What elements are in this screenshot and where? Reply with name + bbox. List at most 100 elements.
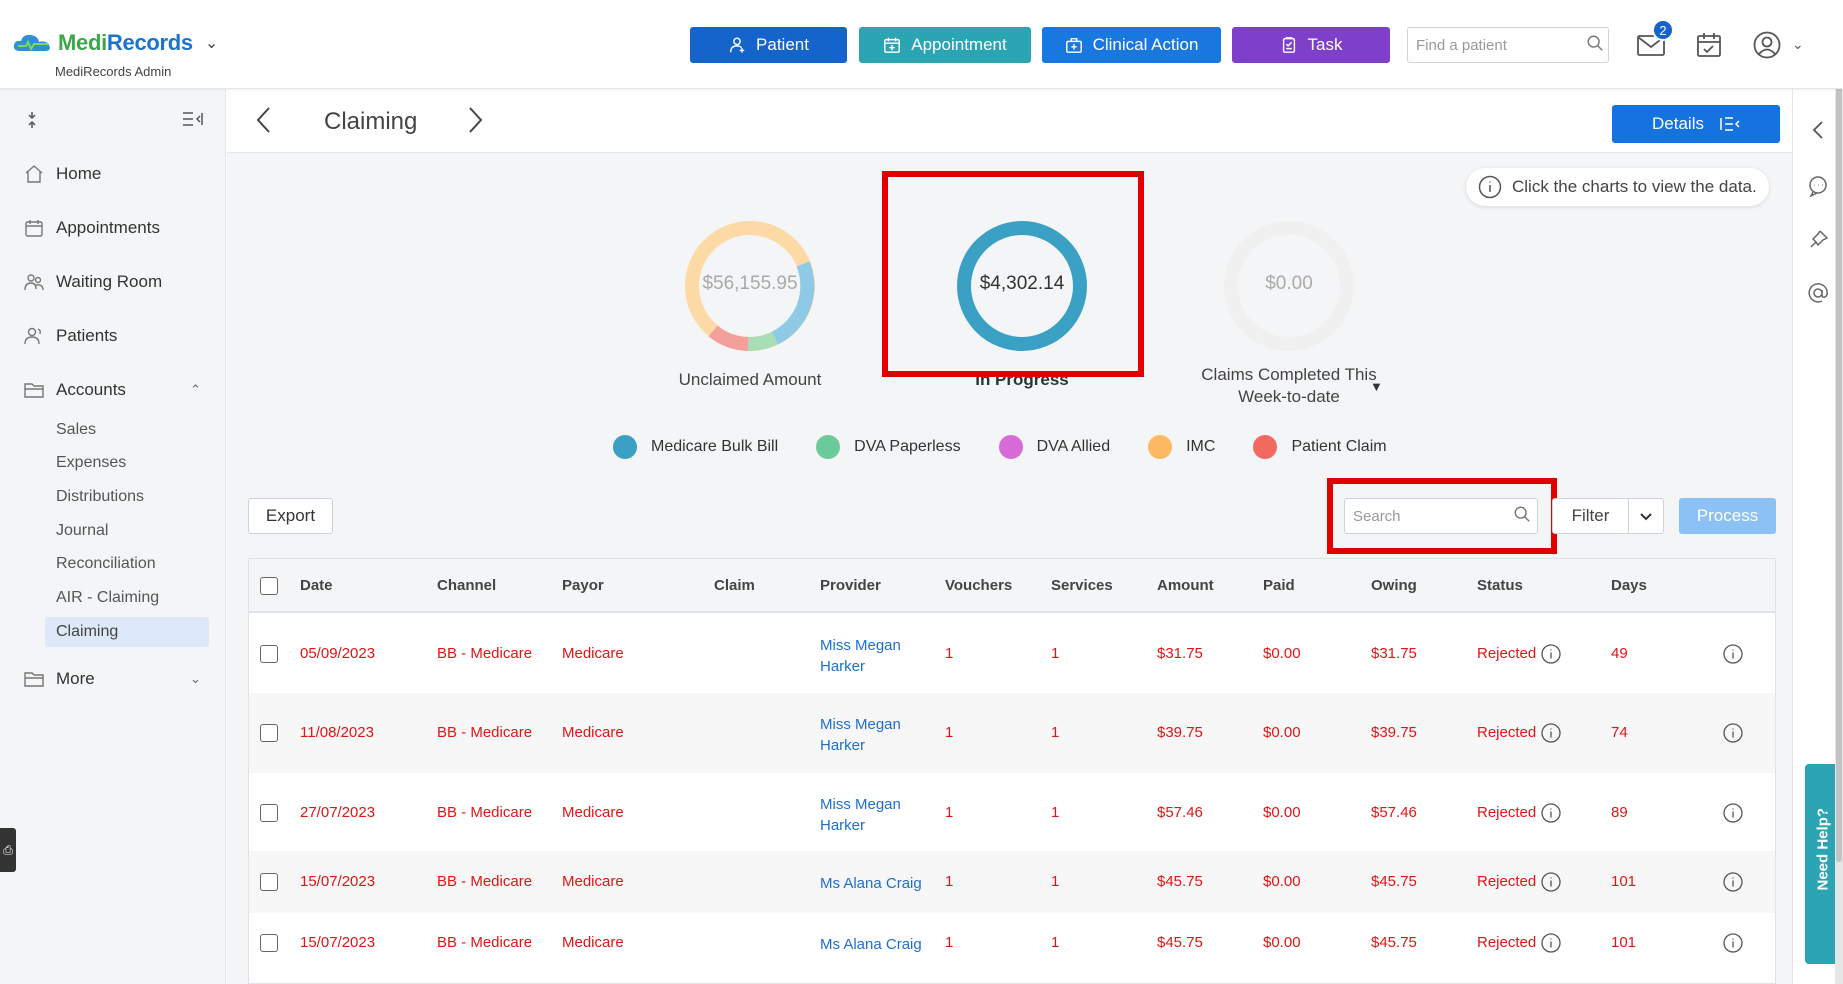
row-checkbox[interactable] [260, 724, 278, 742]
sidebar-subitem-sales[interactable]: Sales [56, 421, 96, 439]
search-icon[interactable] [1586, 34, 1604, 57]
sidebar-item-home[interactable]: Home [24, 164, 101, 184]
cell-provider[interactable]: Miss Megan Harker [820, 794, 901, 836]
sidebar-subitem-journal[interactable]: Journal [56, 522, 108, 540]
scrollbar-thumb[interactable] [1836, 2, 1842, 862]
page-scrollbar[interactable] [1835, 0, 1843, 984]
status-info-icon[interactable] [1541, 933, 1561, 953]
sidebar-tools [24, 111, 204, 134]
process-button[interactable]: Process [1679, 498, 1776, 534]
medical-kit-icon [1065, 37, 1082, 53]
printer-tab-icon[interactable]: ⎙ [0, 828, 16, 872]
row-info-icon[interactable] [1723, 933, 1743, 953]
row-info-icon[interactable] [1723, 872, 1743, 892]
details-button[interactable]: Details [1612, 105, 1780, 143]
at-mention-icon[interactable] [1807, 282, 1829, 304]
legend-item-medicare-bulk-bill[interactable]: Medicare Bulk Bill [613, 435, 778, 459]
row-checkbox[interactable] [260, 804, 278, 822]
column-header-days[interactable]: Days [1611, 577, 1647, 594]
status-info-icon[interactable] [1541, 723, 1561, 743]
cell-channel: BB - Medicare [437, 645, 533, 662]
brand[interactable]: MediRecords ⌄ [12, 30, 218, 56]
table-row[interactable]: 15/07/2023 BB - Medicare Medicare Ms Ala… [249, 913, 1775, 975]
sidebar-item-label: Appointments [56, 218, 160, 237]
legend-item-imc[interactable]: IMC [1148, 435, 1215, 459]
column-header-paid[interactable]: Paid [1263, 577, 1295, 594]
sidebar-item-patients[interactable]: Patients [24, 326, 117, 346]
sidebar-item-appointments[interactable]: Appointments [24, 218, 160, 238]
brand-name: MediRecords [58, 30, 193, 55]
need-help-button[interactable]: Need Help? [1805, 764, 1838, 964]
export-button[interactable]: Export [248, 498, 333, 534]
sidebar-item-accounts[interactable]: Accounts ⌃ [24, 380, 201, 400]
column-header-payor[interactable]: Payor [562, 577, 604, 594]
provider-line2: Harker [820, 737, 866, 754]
chevron-left-icon[interactable] [1807, 119, 1829, 141]
status-info-icon[interactable] [1541, 872, 1561, 892]
sidebar-subitem-distributions[interactable]: Distributions [56, 488, 144, 506]
sidebar-subitem-air-claiming[interactable]: AIR - Claiming [56, 589, 159, 607]
cell-provider[interactable]: Miss Megan Harker [820, 714, 901, 756]
table-row[interactable]: 15/07/2023 BB - Medicare Medicare Ms Ala… [249, 851, 1775, 913]
collapse-all-icon[interactable] [24, 111, 40, 134]
row-checkbox[interactable] [260, 873, 278, 891]
row-checkbox[interactable] [260, 645, 278, 663]
cell-provider[interactable]: Ms Alana Craig [820, 934, 922, 955]
calendar-icon [24, 218, 44, 238]
chevron-down-icon[interactable]: ⌄ [190, 671, 201, 687]
column-header-claim[interactable]: Claim [714, 577, 755, 594]
status-info-icon[interactable] [1541, 803, 1561, 823]
new-patient-button[interactable]: Patient [690, 27, 847, 63]
sidebar-item-waiting-room[interactable]: Waiting Room [24, 272, 162, 292]
table-row[interactable]: 05/09/2023 BB - Medicare Medicare Miss M… [249, 615, 1775, 693]
table-row[interactable]: 27/07/2023 BB - Medicare Medicare Miss M… [249, 773, 1775, 851]
chevron-right-icon[interactable] [468, 105, 484, 140]
sidebar-subitem-claiming[interactable]: Claiming [56, 623, 118, 641]
cell-status: Rejected [1477, 804, 1537, 821]
find-patient-field[interactable] [1407, 27, 1609, 63]
row-info-icon[interactable] [1723, 644, 1743, 664]
chevron-down-icon[interactable]: ▼ [1370, 379, 1383, 394]
legend-item-patient-claim[interactable]: Patient Claim [1253, 435, 1387, 459]
new-task-button[interactable]: Task [1232, 27, 1390, 63]
user-avatar-icon[interactable] [1750, 28, 1784, 62]
legend-item-dva-allied[interactable]: DVA Allied [998, 435, 1110, 459]
cell-provider[interactable]: Ms Alana Craig [820, 873, 922, 894]
sidebar-item-more[interactable]: More ⌄ [24, 669, 201, 689]
chevron-up-icon[interactable]: ⌃ [190, 382, 201, 398]
chevron-down-icon[interactable]: ⌄ [205, 33, 218, 53]
chevron-down-icon[interactable] [1629, 506, 1663, 526]
chevron-left-icon[interactable] [255, 105, 271, 140]
column-header-status[interactable]: Status [1477, 577, 1523, 594]
collapse-sidebar-icon[interactable] [182, 111, 204, 134]
row-info-icon[interactable] [1723, 723, 1743, 743]
column-header-owing[interactable]: Owing [1371, 577, 1417, 594]
row-info-icon[interactable] [1723, 803, 1743, 823]
legend-item-dva-paperless[interactable]: DVA Paperless [816, 435, 961, 459]
select-all-checkbox[interactable] [260, 577, 278, 595]
filter-button[interactable]: Filter [1552, 498, 1664, 534]
sidebar-subitem-expenses[interactable]: Expenses [56, 454, 126, 472]
cell-days: 101 [1611, 873, 1637, 890]
column-header-amount[interactable]: Amount [1157, 577, 1214, 594]
find-patient-input[interactable] [1416, 36, 1586, 54]
cell-provider[interactable]: Miss Megan Harker [820, 635, 901, 677]
status-info-icon[interactable] [1541, 644, 1561, 664]
column-header-provider[interactable]: Provider [820, 577, 881, 594]
column-header-services[interactable]: Services [1051, 577, 1113, 594]
unclaimed-amount-chart[interactable]: $56,155.95 Unclaimed Amount [652, 216, 848, 390]
row-checkbox[interactable] [260, 934, 278, 952]
column-header-vouchers[interactable]: Vouchers [945, 577, 1012, 594]
table-row[interactable]: 11/08/2023 BB - Medicare Medicare Miss M… [249, 693, 1775, 773]
new-appointment-button[interactable]: Appointment [859, 27, 1031, 63]
chat-icon[interactable] [1807, 175, 1829, 198]
column-header-date[interactable]: Date [300, 577, 333, 594]
column-header-channel[interactable]: Channel [437, 577, 496, 594]
calendar-check-icon[interactable] [1692, 28, 1726, 62]
cell-paid: $0.00 [1263, 724, 1301, 741]
cell-channel: BB - Medicare [437, 934, 533, 951]
sidebar-subitem-reconciliation[interactable]: Reconciliation [56, 555, 156, 573]
clinical-action-button[interactable]: Clinical Action [1042, 27, 1221, 63]
chevron-down-icon[interactable]: ⌄ [1792, 36, 1804, 53]
pin-icon[interactable] [1807, 229, 1829, 251]
